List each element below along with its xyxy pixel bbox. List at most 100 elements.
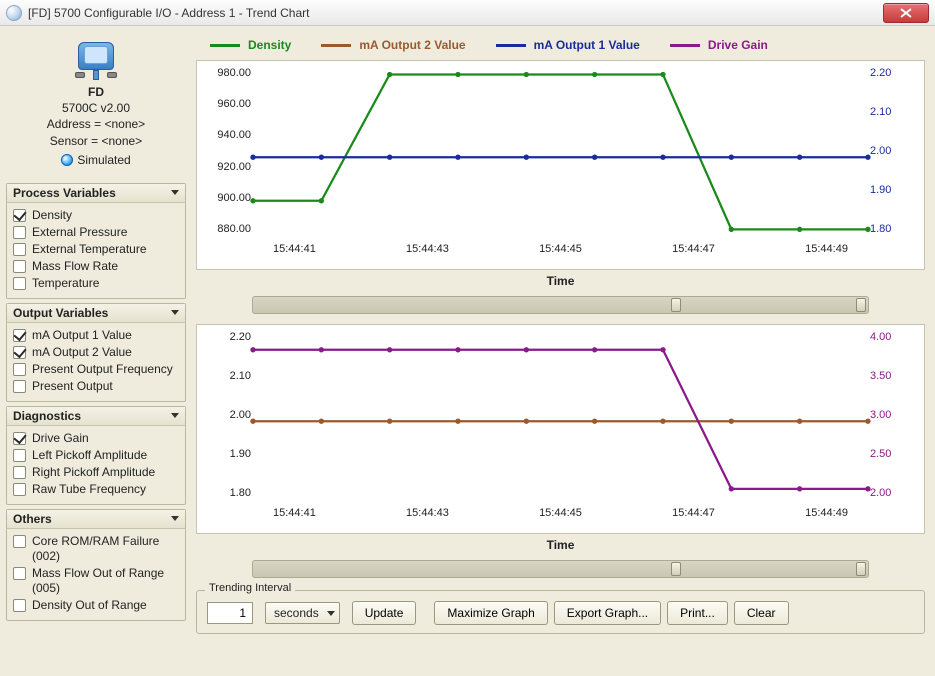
simulated-icon — [61, 154, 73, 166]
list-item[interactable]: mA Output 2 Value — [13, 344, 179, 361]
time-slider-top[interactable] — [252, 296, 869, 314]
group-body-output[interactable]: mA Output 1 ValuemA Output 2 ValuePresen… — [7, 323, 185, 401]
list-item[interactable]: Present Output — [13, 378, 179, 395]
checkbox-label: Present Output — [32, 379, 113, 394]
checkbox[interactable] — [13, 432, 26, 445]
legend-line-icon — [496, 44, 526, 47]
window-close-button[interactable] — [883, 3, 929, 23]
device-icon — [69, 36, 123, 80]
app-icon — [6, 5, 22, 21]
group-header-diagnostics[interactable]: Diagnostics — [7, 407, 185, 426]
checkbox[interactable] — [13, 380, 26, 393]
chevron-down-icon — [327, 611, 335, 616]
checkbox[interactable] — [13, 329, 26, 342]
device-card: FD 5700C v2.00 Address = <none> Sensor =… — [6, 30, 186, 179]
checkbox[interactable] — [13, 483, 26, 496]
time-slider-bottom[interactable] — [252, 560, 869, 578]
y-axis-left-bottom: 2.202.102.001.901.80 — [197, 325, 253, 505]
x-axis-label-top: Time — [196, 274, 925, 288]
list-item[interactable]: Right Pickoff Amplitude — [13, 464, 179, 481]
checkbox-label: Mass Flow Out of Range (005) — [32, 566, 179, 596]
checkbox[interactable] — [13, 277, 26, 290]
chart-legend: Density mA Output 2 Value mA Output 1 Va… — [196, 34, 925, 60]
list-item[interactable]: Drive Gain — [13, 430, 179, 447]
window-title: [FD] 5700 Configurable I/O - Address 1 -… — [28, 6, 883, 20]
slider-thumb-left[interactable] — [671, 562, 681, 576]
list-item[interactable]: Raw Tube Frequency — [13, 481, 179, 498]
checkbox-label: mA Output 1 Value — [32, 328, 132, 343]
checkbox[interactable] — [13, 567, 26, 580]
group-header-others[interactable]: Others — [7, 510, 185, 529]
slider-thumb-right[interactable] — [856, 562, 866, 576]
list-item[interactable]: Core ROM/RAM Failure (002) — [13, 533, 179, 565]
list-item[interactable]: Left Pickoff Amplitude — [13, 447, 179, 464]
checkbox[interactable] — [13, 449, 26, 462]
group-process-variables: Process Variables Density External Pressu… — [6, 183, 186, 299]
maximize-graph-button[interactable]: Maximize Graph — [434, 601, 547, 625]
checkbox[interactable] — [13, 363, 26, 376]
checkbox-label: Left Pickoff Amplitude — [32, 448, 147, 463]
checkbox-label: Raw Tube Frequency — [32, 482, 146, 497]
chevron-down-icon — [171, 413, 179, 418]
list-item[interactable]: Density — [13, 207, 179, 224]
trending-interval-label: Trending Interval — [205, 582, 295, 594]
group-title-others: Others — [13, 512, 52, 526]
list-item[interactable]: Present Output Frequency — [13, 361, 179, 378]
close-icon — [900, 8, 912, 18]
update-button[interactable]: Update — [352, 601, 417, 625]
list-item[interactable]: External Temperature — [13, 241, 179, 258]
device-model: 5700C v2.00 — [8, 100, 184, 116]
group-others: Others Core ROM/RAM Failure (002)Mass Fl… — [6, 509, 186, 621]
checkbox[interactable] — [13, 535, 26, 548]
x-ticks-top: 15:44:4115:44:4315:44:4515:44:4715:44:49 — [253, 243, 868, 255]
x-ticks-bottom: 15:44:4115:44:4315:44:4515:44:4715:44:49 — [253, 507, 868, 519]
legend-line-icon — [210, 44, 240, 47]
slider-thumb-right[interactable] — [856, 298, 866, 312]
group-diagnostics: Diagnostics Drive GainLeft Pickoff Ampli… — [6, 406, 186, 505]
chart-bottom[interactable]: 2.202.102.001.901.80 4.003.503.002.502.0… — [196, 324, 925, 534]
y-axis-right-top: 2.202.102.001.901.80 — [868, 61, 924, 241]
device-address: Address = <none> — [8, 116, 184, 132]
interval-unit-value: seconds — [274, 606, 319, 620]
print-button[interactable]: Print... — [667, 601, 728, 625]
checkbox-label: Density — [32, 208, 72, 223]
list-item[interactable]: External Pressure — [13, 224, 179, 241]
checkbox[interactable] — [13, 209, 26, 222]
checkbox[interactable] — [13, 346, 26, 359]
legend-ma2: mA Output 2 Value — [321, 38, 465, 52]
checkbox[interactable] — [13, 226, 26, 239]
group-title-diagnostics: Diagnostics — [13, 409, 81, 423]
group-header-output[interactable]: Output Variables — [7, 304, 185, 323]
checkbox[interactable] — [13, 243, 26, 256]
list-item[interactable]: mA Output 1 Value — [13, 327, 179, 344]
list-item[interactable]: Temperature — [13, 275, 179, 292]
group-header-process[interactable]: Process Variables — [7, 184, 185, 203]
group-body-diagnostics[interactable]: Drive GainLeft Pickoff AmplitudeRight Pi… — [7, 426, 185, 504]
chart-top[interactable]: 980.00960.00940.00920.00900.00880.00 2.2… — [196, 60, 925, 270]
y-axis-left-top: 980.00960.00940.00920.00900.00880.00 — [197, 61, 253, 241]
trending-toolbar: Trending Interval seconds Update Maximiz… — [196, 590, 925, 634]
simulated-label: Simulated — [77, 153, 130, 167]
legend-ma1: mA Output 1 Value — [496, 38, 640, 52]
checkbox[interactable] — [13, 466, 26, 479]
list-item[interactable]: Density Out of Range — [13, 597, 179, 614]
slider-thumb-left[interactable] — [671, 298, 681, 312]
interval-unit-dropdown[interactable]: seconds — [265, 602, 340, 624]
clear-button[interactable]: Clear — [734, 601, 789, 625]
list-item[interactable]: Mass Flow Out of Range (005) — [13, 565, 179, 597]
list-item[interactable]: Mass Flow Rate — [13, 258, 179, 275]
group-body-others[interactable]: Core ROM/RAM Failure (002)Mass Flow Out … — [7, 529, 185, 620]
checkbox[interactable] — [13, 599, 26, 612]
device-sensor: Sensor = <none> — [8, 133, 184, 149]
sidebar: FD 5700C v2.00 Address = <none> Sensor =… — [0, 26, 190, 676]
content-panel: Density mA Output 2 Value mA Output 1 Va… — [190, 26, 935, 676]
checkbox-label: External Pressure — [32, 225, 127, 240]
interval-input[interactable] — [207, 602, 253, 624]
checkbox-label: Present Output Frequency — [32, 362, 173, 377]
group-body-process[interactable]: Density External PressureExternal Tempera… — [7, 203, 185, 298]
export-graph-button[interactable]: Export Graph... — [554, 601, 661, 625]
checkbox[interactable] — [13, 260, 26, 273]
legend-drive: Drive Gain — [670, 38, 768, 52]
checkbox-label: Temperature — [32, 276, 99, 291]
chart-plot-top — [253, 67, 868, 247]
